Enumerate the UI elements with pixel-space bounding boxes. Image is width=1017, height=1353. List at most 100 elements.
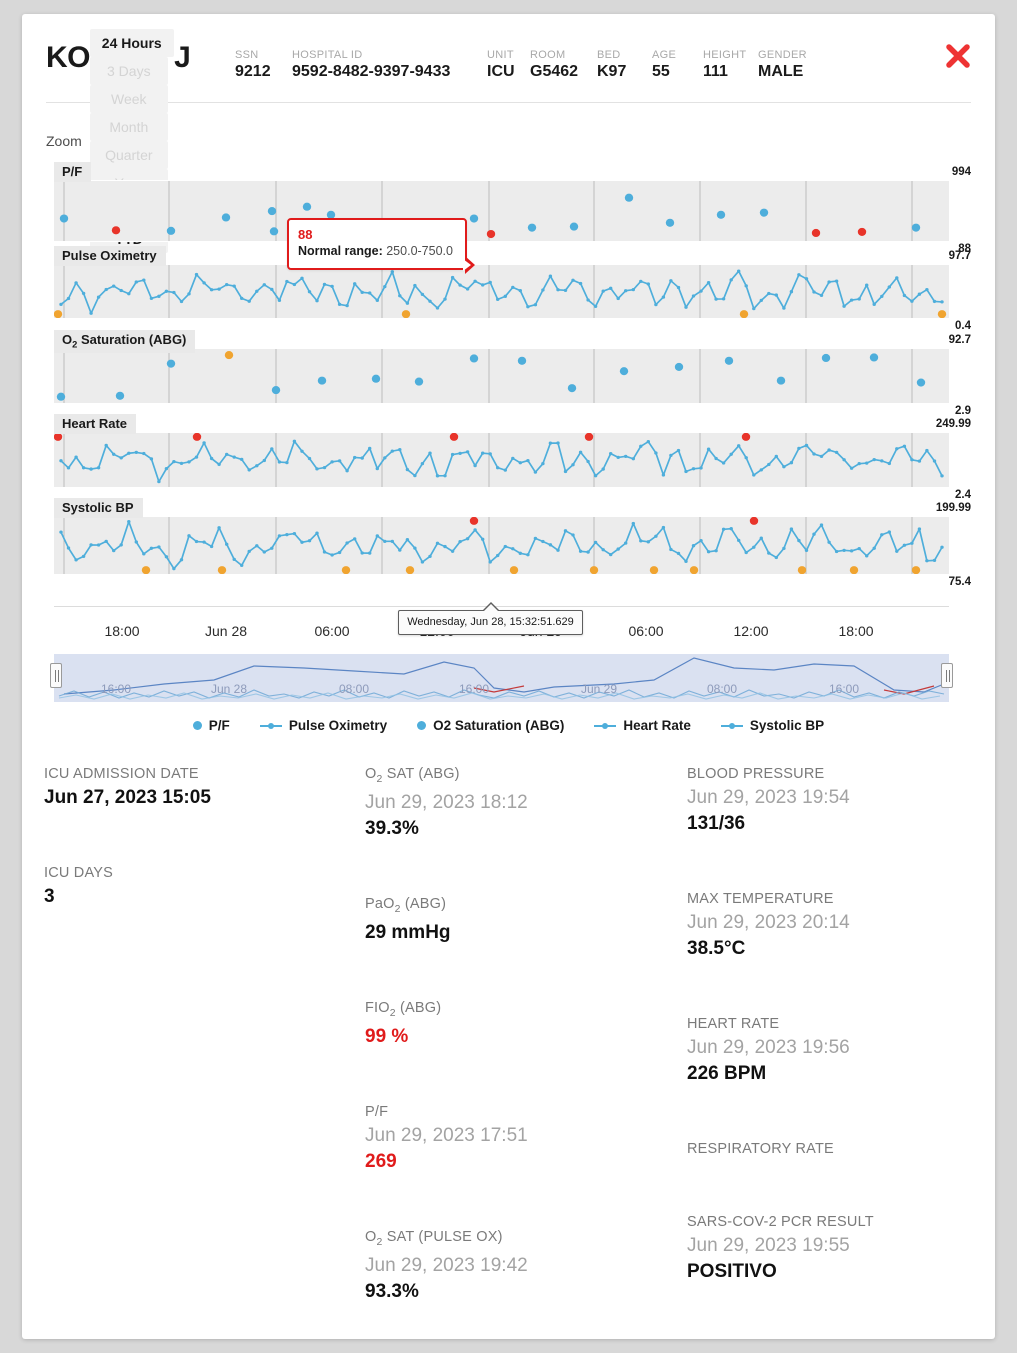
navigator-tick: 08:00	[338, 682, 370, 696]
zoom-range-selector: Zoom 24 Hours3 DaysWeekMonthQuarterYearA…	[46, 29, 179, 253]
stat-value: 269	[365, 1150, 397, 1172]
tooltip-value: 88	[298, 227, 313, 242]
panel-title-systolic-bp: Systolic BP	[54, 498, 143, 518]
stat-label: HEART RATE	[687, 1016, 780, 1032]
demographic-bed: BED K97	[597, 48, 626, 82]
stat-value: 38.5°C	[687, 938, 746, 959]
plot-heart-rate[interactable]	[54, 432, 949, 488]
stat-value: 29 mmHg	[365, 921, 451, 943]
tooltip-range: Normal range: 250.0-750.0	[298, 243, 456, 260]
navigator-tick: Jun 29	[580, 682, 618, 696]
stat-value: 226 BPM	[687, 1063, 767, 1084]
demographic-value: 111	[703, 63, 728, 80]
demographic-value: K97	[597, 63, 627, 80]
x-axis-tick: Jun 28	[204, 623, 248, 639]
legend-item-pulse-oximetry[interactable]: Pulse Oximetry	[259, 718, 387, 733]
stat-value: POSITIVO	[687, 1261, 777, 1282]
x-axis-tick: 06:00	[314, 623, 350, 639]
stat-label: ICU DAYS	[44, 865, 114, 881]
stat-blood-pressure: BLOOD PRESSURE Jun 29, 2023 19:54 131/36	[687, 764, 992, 837]
zoom-label: Zoom	[46, 133, 82, 149]
x-axis-tick: 06:00	[628, 623, 664, 639]
stat-value: Jun 27, 2023 15:05	[44, 787, 211, 808]
demographic-label: UNIT	[487, 49, 514, 61]
chart-legend: P/F Pulse Oximetry O2 Saturation (ABG) Hear…	[46, 718, 971, 733]
plot-systolic-bp[interactable]	[54, 516, 949, 575]
navigator-tick: 16:00	[828, 682, 860, 696]
plot-o2-saturation-abg-[interactable]	[54, 348, 949, 404]
stat-value: 93.3%	[365, 1280, 419, 1302]
zoom-button-month[interactable]: Month	[89, 113, 168, 141]
demographic-label: SSN	[235, 49, 259, 61]
stat-timestamp: Jun 29, 2023 20:14	[687, 912, 850, 933]
navigator-tick: 16:00	[458, 682, 490, 696]
demographic-age: AGE 55	[652, 48, 676, 82]
summary-column-admission: ICU ADMISSION DATE Jun 27, 2023 15:05 ICU …	[44, 764, 364, 962]
patient-dashboard-card: KOLLER J SSN9212HOSPITAL ID9592-8482-939…	[22, 14, 995, 1339]
stat-label: O2 SAT (ABG)	[365, 766, 460, 785]
demographic-height: HEIGHT 111	[703, 48, 746, 82]
axis-tooltip-text: Wednesday, Jun 28, 15:32:51.629	[407, 616, 574, 628]
stat-label: PaO2 (ABG)	[365, 895, 447, 915]
panel-title-p-f: P/F	[54, 162, 92, 182]
navigator-handle-right[interactable]	[941, 663, 953, 688]
chart-panel-pulse-oximetry: Pulse Oximetry 97.7 0.4	[46, 246, 971, 333]
legend-line-icon	[720, 721, 743, 730]
x-axis-tick: 18:00	[838, 623, 874, 639]
legend-label: Heart Rate	[623, 718, 691, 733]
chart-panel-p-f: P/F 994 88	[46, 162, 971, 256]
stat-timestamp: Jun 29, 2023 19:54	[687, 787, 850, 808]
plot-p-f[interactable]	[54, 180, 949, 242]
stat-label: SARS-COV-2 PCR RESULT	[687, 1214, 874, 1230]
legend-item-heart-rate[interactable]: Heart Rate	[594, 718, 691, 733]
chart-panel-o2-saturation-abg-: O2 Saturation (ABG) 92.7 2.9	[46, 330, 971, 418]
plot-pulse-oximetry[interactable]	[54, 264, 949, 319]
stat-label: RESPIRATORY RATE	[687, 1141, 834, 1157]
stat-value: 3	[44, 886, 55, 907]
axis-tooltip-pointer	[481, 602, 500, 611]
legend-label: O2 Saturation (ABG)	[433, 718, 565, 733]
panel-title-pulse-oximetry: Pulse Oximetry	[54, 246, 166, 266]
zoom-button-3-days[interactable]: 3 Days	[89, 57, 168, 85]
stat-sars-cov-2-positive: SARS-COV-2 POSITIVEYes	[687, 1337, 992, 1339]
summary-column-hemodynamics: BLOOD PRESSURE Jun 29, 2023 19:54 131/36 MA…	[687, 764, 992, 1339]
tooltip-range-value: 250.0-750.0	[386, 244, 453, 258]
legend-line-icon	[259, 721, 282, 730]
zoom-button-24-hours[interactable]: 24 Hours	[89, 29, 174, 57]
legend-item-o2-saturation-abg-[interactable]: O2 Saturation (ABG)	[417, 718, 564, 733]
stat-max-temperature: MAX TEMPERATURE Jun 29, 2023 20:14 38.5°C	[687, 889, 992, 962]
navigator-handle-left[interactable]	[50, 663, 62, 688]
panel-title-o2-saturation-abg-: O2 Saturation (ABG)	[54, 330, 196, 353]
demographic-value: 9212	[235, 63, 271, 80]
stat-o2-sat-pulse-ox: O2 SAT (PULSE OX) Jun 29, 2023 19:42 93.3%	[365, 1227, 685, 1305]
close-icon[interactable]	[945, 43, 971, 69]
legend-item-p-f[interactable]: P/F	[192, 718, 230, 733]
demographic-value: 55	[652, 63, 670, 80]
demographic-value: 9592-8482-9397-9433	[292, 63, 451, 80]
axis-crosshair-tooltip: Wednesday, Jun 28, 15:32:51.629	[398, 602, 583, 635]
demographic-label: ROOM	[530, 49, 566, 61]
demographic-value: ICU	[487, 63, 515, 80]
demographic-label: HEIGHT	[703, 49, 747, 61]
stat-timestamp: Jun 29, 2023 17:51	[365, 1124, 528, 1146]
navigator-tick: Jun 28	[210, 682, 248, 696]
legend-item-systolic-bp[interactable]: Systolic BP	[720, 718, 824, 733]
legend-dot-icon	[192, 721, 202, 730]
demographic-value: MALE	[758, 63, 804, 80]
zoom-button-week[interactable]: Week	[89, 85, 168, 113]
stat-fio2-abg: FIO2 (ABG) 99 %	[365, 998, 685, 1050]
legend-dot-icon	[417, 721, 427, 730]
demographic-value: G5462	[530, 63, 579, 80]
screenshot-root: KOLLER J SSN9212HOSPITAL ID9592-8482-939…	[0, 0, 1017, 1353]
stat-timestamp: Jun 29, 2023 19:55	[687, 1235, 850, 1256]
stat-o2-sat-abg: O2 SAT (ABG) Jun 29, 2023 18:12 39.3%	[365, 764, 685, 842]
demographic-hospital-id: HOSPITAL ID 9592-8482-9397-9433	[292, 48, 450, 82]
stat-sars-cov-2-pcr-result: SARS-COV-2 PCR RESULT Jun 29, 2023 19:55 P…	[687, 1212, 992, 1285]
chart-navigator[interactable]: 16:00 Jun 28 08:00 16:00 Jun 29 08:00 16:00	[50, 654, 953, 702]
vitals-chart-area: P/F 994 88 Pulse Oximetry 97.7 0.4 O2 Saturati…	[46, 162, 971, 758]
chart-panel-heart-rate: Heart Rate 249.99 2.4	[46, 414, 971, 502]
axis-max-heart-rate: 249.99	[935, 418, 971, 430]
stat-timestamp: Jun 29, 2023 18:12	[365, 791, 528, 813]
demographic-ssn: SSN 9212	[235, 48, 271, 82]
stat-label: FIO2 (ABG)	[365, 999, 442, 1019]
